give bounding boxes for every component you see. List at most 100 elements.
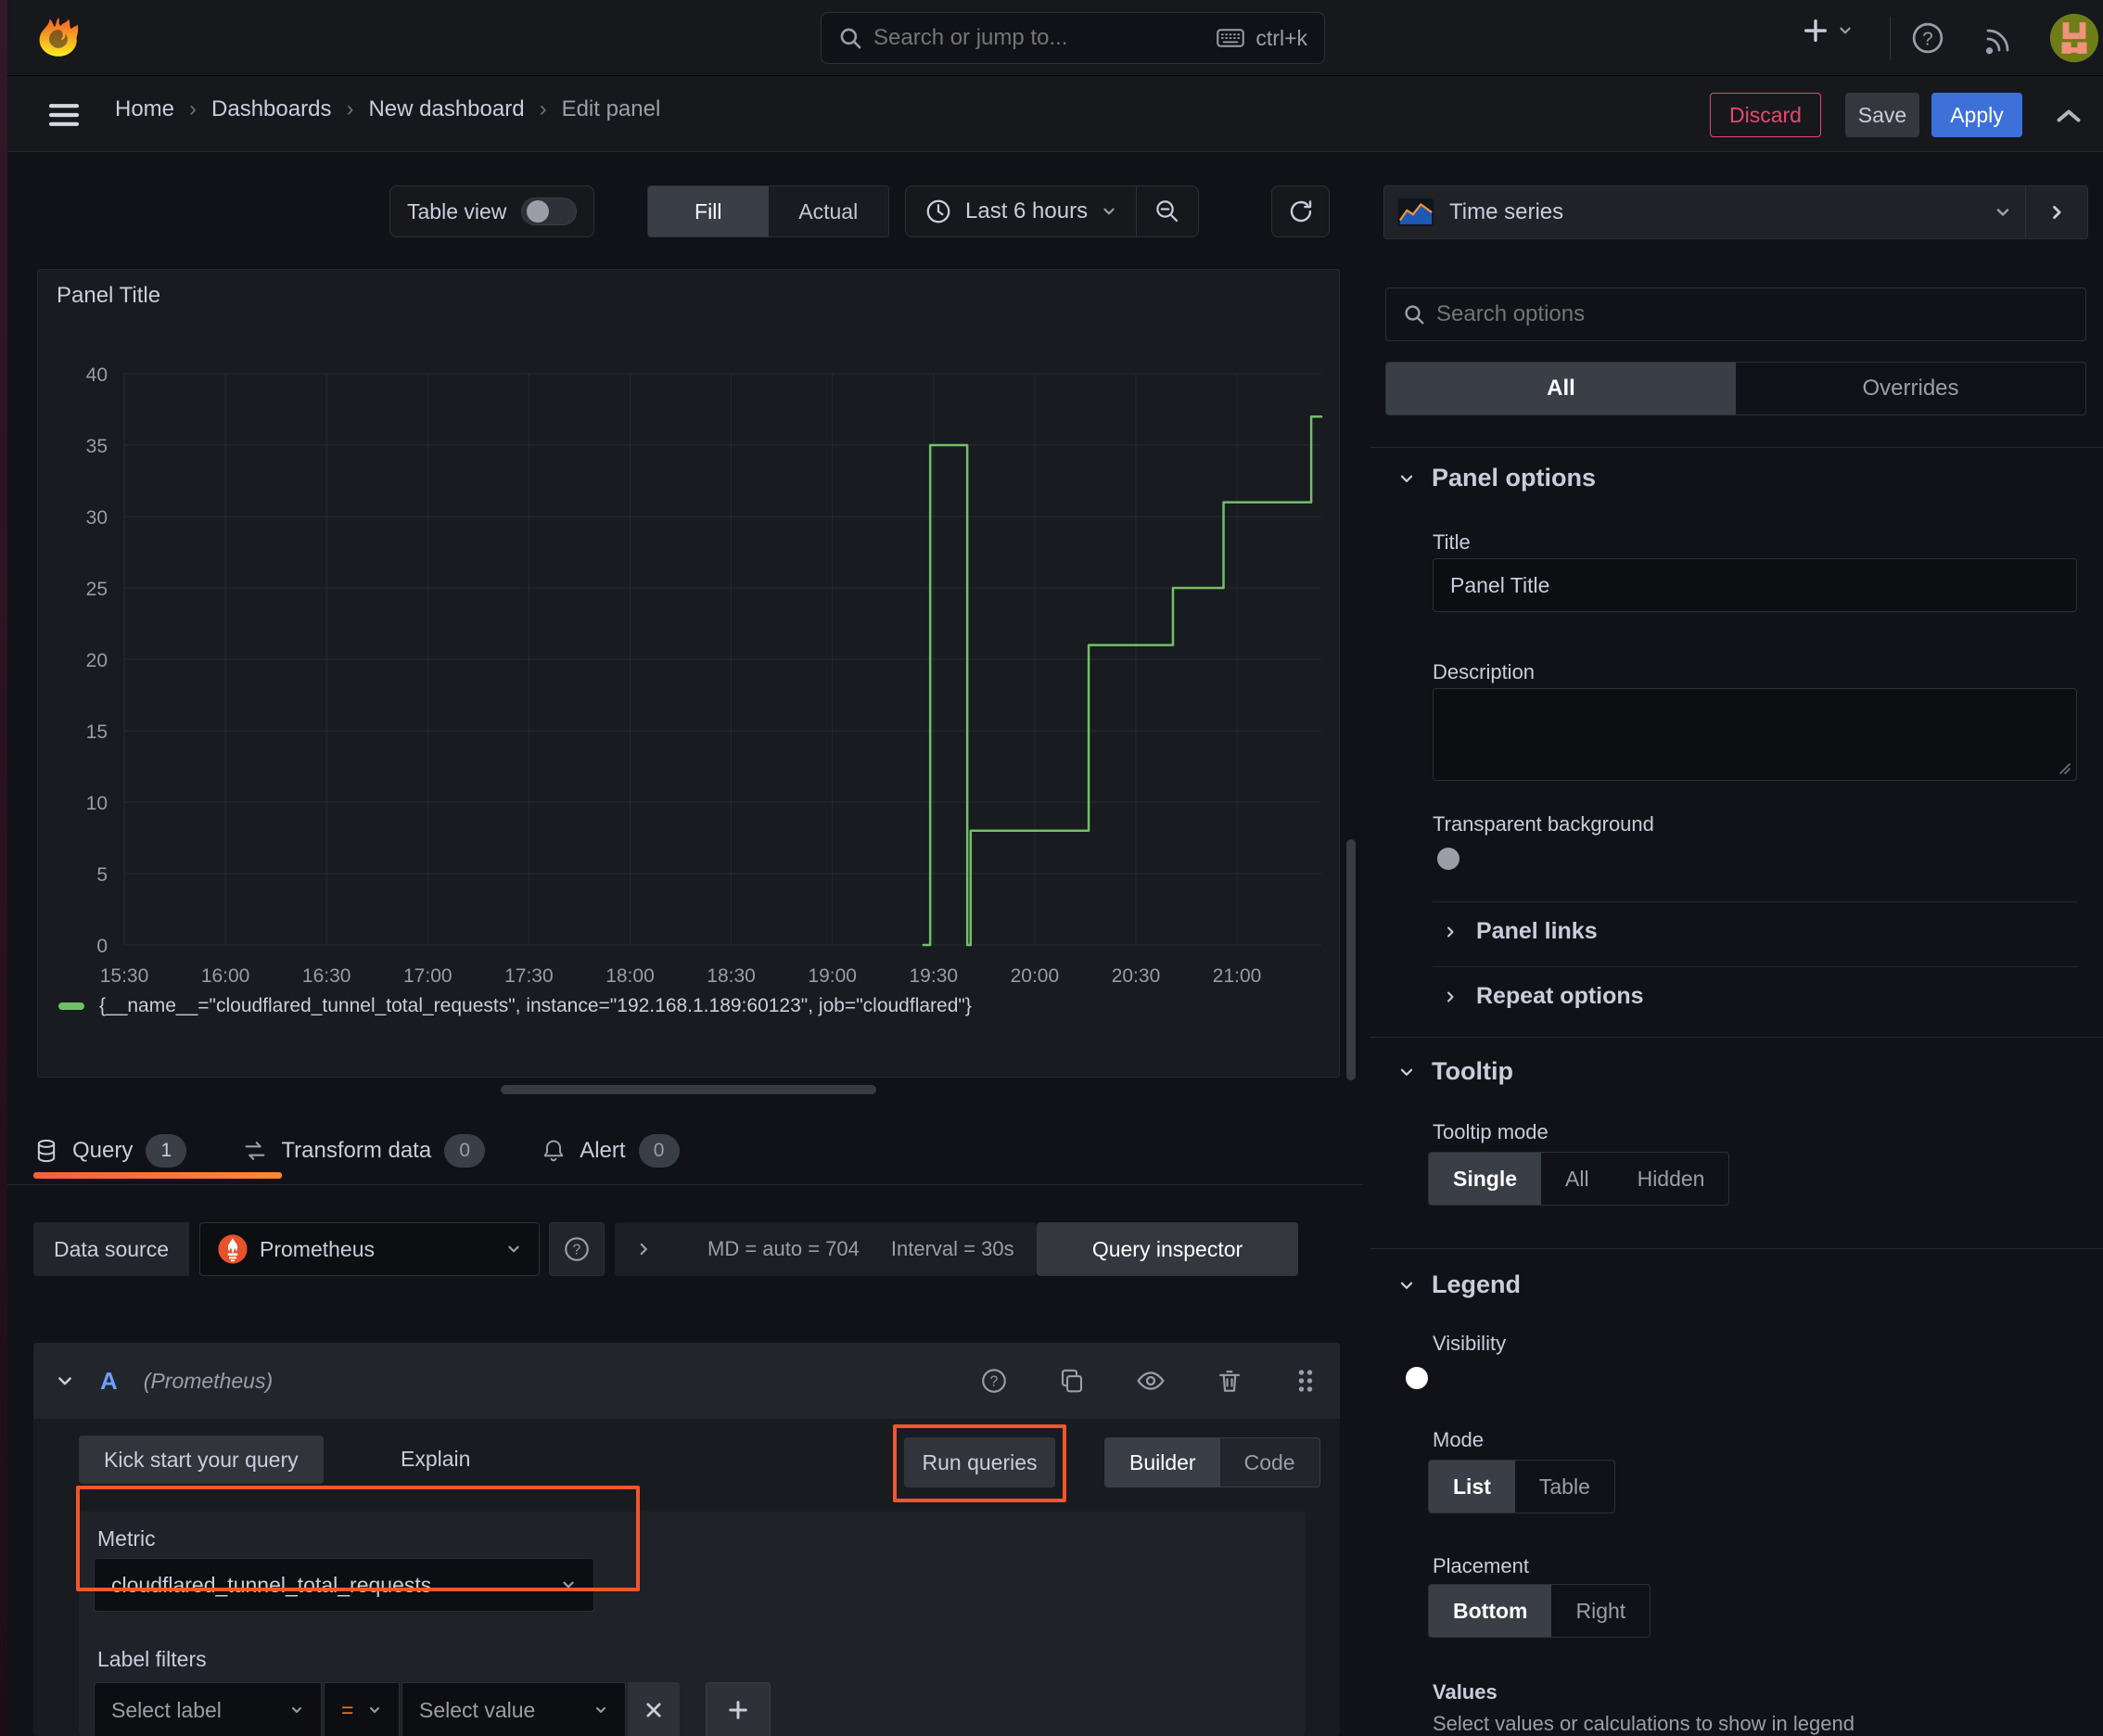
description-field-wrap — [1433, 688, 2077, 781]
eye-icon[interactable] — [1136, 1366, 1166, 1396]
svg-text:10: 10 — [86, 793, 108, 814]
repeat-options-header[interactable]: Repeat options — [1443, 983, 1644, 1010]
placement-right[interactable]: Right — [1551, 1585, 1650, 1637]
search-input[interactable] — [873, 25, 1206, 51]
chevron-up-icon[interactable] — [2055, 106, 2083, 126]
options-search-input[interactable] — [1436, 301, 2069, 327]
tab-transform[interactable]: Transform data 0 — [242, 1134, 486, 1168]
refresh-icon — [1287, 198, 1315, 225]
duplicate-icon[interactable] — [1058, 1367, 1086, 1395]
zoom-out-icon — [1153, 198, 1181, 225]
panel-title-input[interactable] — [1433, 558, 2077, 612]
time-range-picker[interactable]: Last 6 hours — [906, 186, 1136, 236]
collapse-chevron-icon[interactable] — [56, 1372, 74, 1390]
fill-option[interactable]: Fill — [648, 186, 769, 236]
svg-text:21:00: 21:00 — [1213, 965, 1262, 987]
query-help-icon[interactable]: ? — [980, 1367, 1008, 1395]
query-inspector-button[interactable]: Query inspector — [1037, 1222, 1298, 1276]
svg-text:19:00: 19:00 — [808, 965, 857, 987]
timeseries-viz-icon — [1397, 198, 1434, 226]
breadcrumb-edit-panel: Edit panel — [561, 96, 661, 121]
trash-icon[interactable] — [1216, 1367, 1243, 1395]
breadcrumb-new-dashboard[interactable]: New dashboard — [368, 96, 524, 122]
tooltip-mode-hidden[interactable]: Hidden — [1613, 1153, 1729, 1205]
run-queries-button[interactable]: Run queries — [904, 1437, 1055, 1487]
description-textarea[interactable] — [1433, 688, 2077, 781]
datasource-help-button[interactable]: ? — [549, 1222, 605, 1276]
user-avatar[interactable] — [2049, 13, 2099, 63]
section-divider — [1370, 447, 2103, 448]
plus-icon — [727, 1699, 749, 1721]
tooltip-mode-single[interactable]: Single — [1429, 1153, 1542, 1205]
chevron-down-icon — [1994, 203, 2012, 222]
legend-mode-list[interactable]: List — [1429, 1461, 1515, 1513]
grafana-logo-icon[interactable] — [35, 15, 82, 61]
chevron-right-icon — [635, 1241, 652, 1257]
options-search-box[interactable] — [1385, 287, 2086, 341]
add-filter-button[interactable] — [706, 1682, 771, 1736]
svg-text:25: 25 — [86, 579, 108, 600]
zoom-out-button[interactable] — [1137, 186, 1198, 236]
select-label-dropdown[interactable]: Select label — [94, 1682, 322, 1736]
breadcrumb-dashboards[interactable]: Dashboards — [211, 96, 331, 122]
svg-text:17:00: 17:00 — [403, 965, 452, 987]
tab-all[interactable]: All — [1386, 363, 1736, 415]
svg-text:15:30: 15:30 — [100, 965, 149, 987]
query-ds-hint: (Prometheus) — [143, 1368, 274, 1393]
query-row-header[interactable]: A (Prometheus) ? — [33, 1343, 1340, 1419]
actual-option[interactable]: Actual — [769, 186, 889, 236]
tooltip-header[interactable]: Tooltip — [1398, 1057, 1513, 1086]
query-editor-card: A (Prometheus) ? Kick start your query E… — [33, 1343, 1340, 1736]
max-data-points: MD = auto = 704 — [707, 1237, 860, 1260]
discard-button[interactable]: Discard — [1710, 93, 1821, 137]
panel-links-header[interactable]: Panel links — [1443, 918, 1598, 945]
panel-preview: Panel Title 0 5 10 15 20 25 30 35 40 15:30 16:00 16… — [37, 269, 1340, 1078]
breadcrumb: Home › Dashboards › New dashboard › Edit… — [115, 96, 660, 122]
operator-dropdown[interactable]: = — [324, 1682, 400, 1736]
builder-option[interactable]: Builder — [1105, 1438, 1220, 1487]
legend-header[interactable]: Legend — [1398, 1270, 1521, 1299]
legend-mode-table[interactable]: Table — [1515, 1461, 1614, 1513]
panel-options-header[interactable]: Panel options — [1398, 464, 1596, 492]
save-button[interactable]: Save — [1845, 93, 1919, 137]
placement-bottom[interactable]: Bottom — [1429, 1585, 1552, 1637]
chevron-down-icon — [1837, 22, 1854, 39]
chevron-down-icon — [593, 1703, 608, 1717]
select-value-placeholder: Select value — [419, 1697, 536, 1722]
legend-mode-segment: List Table — [1428, 1460, 1615, 1513]
select-value-dropdown[interactable]: Select value — [401, 1682, 626, 1736]
metric-select[interactable]: cloudflared_tunnel_total_requests — [94, 1558, 594, 1612]
apply-button[interactable]: Apply — [1931, 93, 2022, 137]
vertical-scrollbar[interactable] — [1346, 839, 1356, 1080]
chart-legend[interactable]: {__name__="cloudflared_tunnel_total_requ… — [58, 995, 972, 1017]
new-menu-button[interactable] — [1802, 17, 1854, 45]
tooltip-mode-all[interactable]: All — [1541, 1153, 1613, 1205]
table-view-toggle[interactable] — [521, 198, 578, 225]
breadcrumb-separator: › — [539, 96, 547, 121]
help-icon[interactable]: ? — [1910, 20, 1945, 56]
datasource-picker[interactable]: Prometheus — [199, 1222, 540, 1276]
collapse-pane-button[interactable] — [2026, 186, 2087, 238]
drag-handle-icon[interactable] — [1294, 1367, 1318, 1395]
svg-text:20: 20 — [86, 650, 108, 671]
svg-text:35: 35 — [86, 436, 108, 457]
hamburger-menu-icon[interactable] — [48, 102, 80, 128]
resize-grip-icon[interactable] — [2057, 760, 2071, 775]
query-options-summary[interactable]: MD = auto = 704 Interval = 30s — [615, 1222, 1037, 1276]
tab-query[interactable]: Query 1 — [33, 1134, 187, 1168]
tooltip-mode-segment: Single All Hidden — [1428, 1152, 1730, 1206]
viz-picker-button[interactable]: Time series — [1384, 186, 2025, 238]
panel-resize-handle[interactable] — [501, 1085, 876, 1094]
tab-query-label: Query — [72, 1138, 134, 1163]
tab-overrides[interactable]: Overrides — [1736, 363, 2085, 415]
tab-alert[interactable]: Alert 0 — [541, 1134, 680, 1168]
breadcrumb-home[interactable]: Home — [115, 96, 174, 122]
code-option[interactable]: Code — [1220, 1438, 1319, 1487]
svg-text:40: 40 — [86, 364, 108, 386]
remove-filter-button[interactable] — [628, 1682, 680, 1736]
refresh-button[interactable] — [1271, 185, 1330, 237]
global-search-box[interactable]: ctrl+k — [821, 12, 1325, 64]
news-rss-icon[interactable] — [1982, 22, 2016, 56]
svg-text:?: ? — [1922, 28, 1932, 49]
kick-start-button[interactable]: Kick start your query — [79, 1436, 324, 1484]
